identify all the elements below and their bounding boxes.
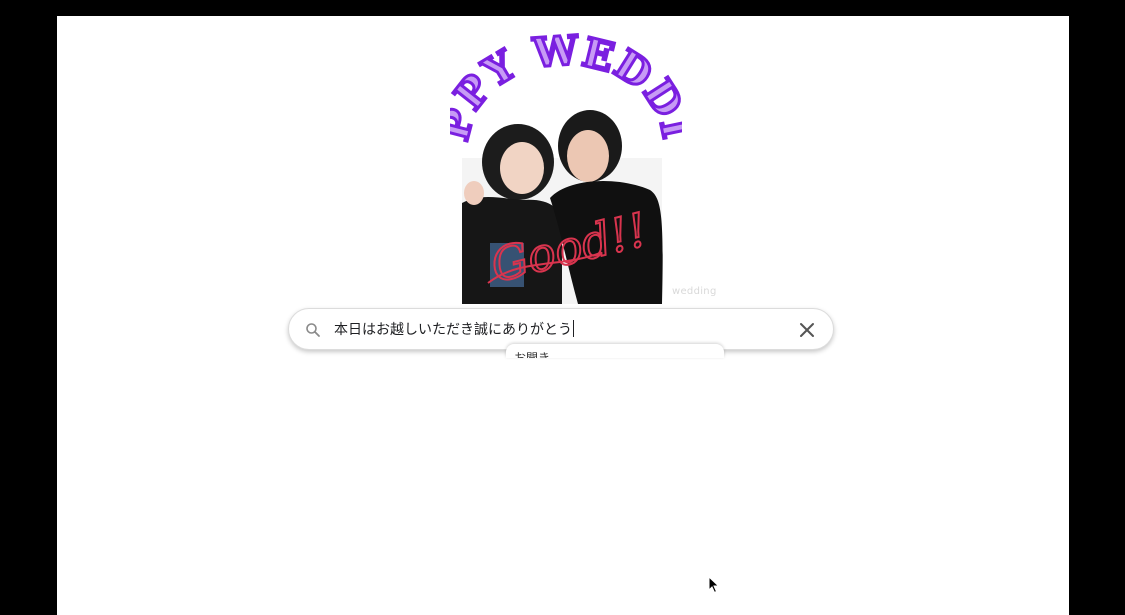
clear-search-button[interactable] (797, 320, 817, 340)
search-input[interactable]: 本日はお越しいただき誠にありがとう (334, 320, 574, 339)
suggestion-item[interactable]: お開き (514, 349, 550, 358)
person-left-face (500, 142, 544, 194)
person-right-face (567, 130, 609, 182)
page: HAPPY WEDDING Good!! wedding (57, 16, 1069, 615)
screen-frame: HAPPY WEDDING Good!! wedding (0, 0, 1125, 615)
photo-watermark: wedding (672, 286, 717, 297)
text-caret (573, 320, 574, 337)
suggestion-dropdown[interactable]: お開き (506, 344, 724, 358)
hand (464, 181, 484, 205)
wedding-photo-graphic: HAPPY WEDDING Good!! (450, 28, 682, 304)
search-icon (305, 322, 321, 338)
search-query: 本日はお越しいただき誠にありがとう (334, 322, 572, 338)
close-icon (800, 323, 814, 337)
mouse-pointer-icon (708, 575, 720, 594)
wedding-photo: HAPPY WEDDING Good!! (450, 28, 682, 304)
